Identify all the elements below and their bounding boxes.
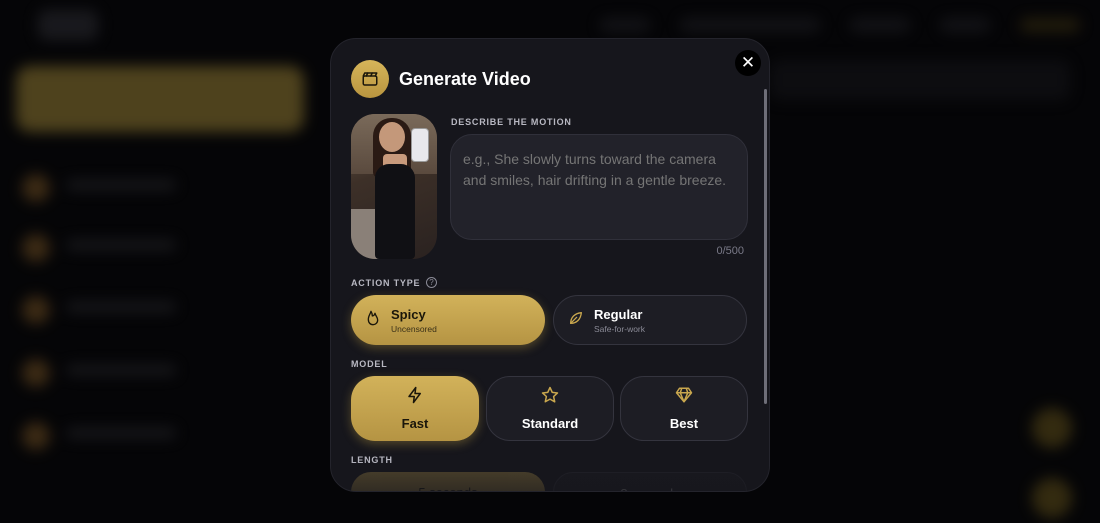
nav-placeholder — [850, 18, 910, 32]
app-logo — [38, 10, 98, 40]
model-standard[interactable]: Standard — [486, 376, 614, 441]
side-panel — [770, 60, 1070, 100]
option-sublabel: Safe-for-work — [594, 323, 646, 334]
list-item — [18, 230, 298, 266]
action-type-spicy[interactable]: Spicy Uncensored — [351, 295, 545, 345]
length-option-8s[interactable]: 8 seconds — [553, 472, 747, 491]
diamond-icon — [675, 386, 693, 409]
list-item — [18, 418, 298, 454]
character-counter: 0/500 — [716, 245, 744, 257]
nav-placeholder — [680, 18, 820, 32]
nav-placeholder — [940, 18, 990, 32]
list-item — [18, 292, 298, 328]
list-item — [18, 355, 298, 391]
leaf-icon — [568, 310, 584, 331]
action-type-label: ACTION TYPE — [351, 277, 421, 288]
nav-placeholder — [1020, 18, 1080, 32]
model-best[interactable]: Best — [620, 376, 748, 441]
flame-icon — [365, 310, 381, 331]
scrollbar[interactable] — [764, 89, 767, 404]
model-label-text: Best — [669, 416, 699, 431]
motion-input[interactable] — [450, 134, 748, 240]
floating-button — [1032, 408, 1072, 448]
model-label: MODEL — [351, 359, 388, 369]
help-icon[interactable]: ? — [426, 277, 438, 288]
length-option-5s[interactable]: 5 seconds — [351, 472, 545, 491]
promo-banner — [16, 66, 304, 132]
action-type-regular[interactable]: Regular Safe-for-work — [553, 295, 747, 345]
option-label: Spicy — [391, 306, 426, 322]
close-icon[interactable]: ✕ — [735, 50, 761, 76]
nav-placeholder — [600, 18, 650, 32]
clapperboard-icon — [351, 60, 389, 98]
lightning-icon — [406, 386, 424, 409]
model-label-text: Standard — [521, 416, 579, 431]
star-icon — [541, 386, 559, 409]
action-type-heading: ACTION TYPE ? — [351, 277, 438, 288]
option-label: Regular — [594, 306, 643, 322]
model-fast[interactable]: Fast — [351, 376, 479, 441]
floating-button — [1032, 478, 1072, 518]
option-sublabel: Uncensored — [391, 323, 437, 334]
modal-title: Generate Video — [399, 69, 531, 89]
source-image — [351, 114, 437, 259]
motion-label: DESCRIBE THE MOTION — [451, 117, 572, 127]
list-item — [18, 170, 298, 206]
length-label: LENGTH — [351, 455, 393, 465]
model-label-text: Fast — [401, 416, 429, 431]
generate-video-modal: ✕ Generate Video DESCRIBE THE MOTION 0/5… — [330, 38, 770, 492]
